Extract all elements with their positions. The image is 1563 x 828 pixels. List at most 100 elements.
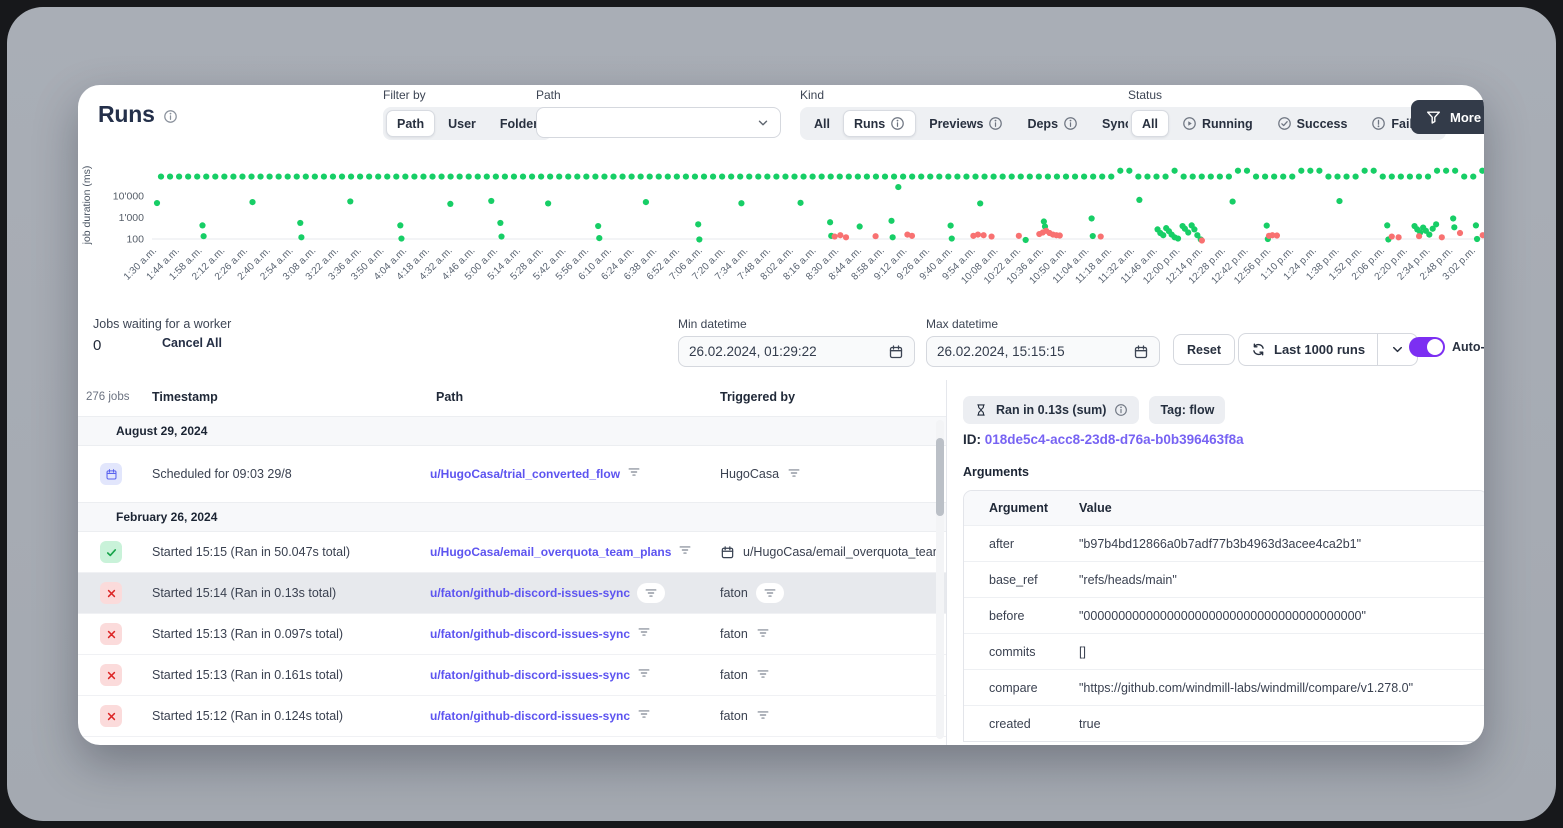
kind-option-previews[interactable]: Previews: [918, 110, 1014, 137]
more-filters-label: More f: [1450, 110, 1484, 125]
job-row[interactable]: Started 15:15 (Ran in 50.047s total) u/Hu…: [78, 532, 946, 573]
chart-point-success: [1316, 168, 1322, 174]
chart-point-success: [1208, 173, 1214, 179]
job-path-link[interactable]: u/faton/github-discord-issues-sync: [430, 586, 630, 600]
chart-point-success: [1389, 173, 1395, 179]
path-filter-button[interactable]: [637, 625, 651, 644]
chart-point-success: [185, 173, 191, 179]
chart-point-success: [1000, 173, 1006, 179]
info-icon[interactable]: [163, 109, 178, 124]
chart-point-success: [873, 173, 879, 179]
job-triggered-by: faton: [720, 614, 936, 654]
path-filter-button[interactable]: [637, 707, 651, 726]
filter-icon: [678, 543, 692, 557]
job-timestamp: Started 15:15 (Ran in 50.047s total): [152, 532, 350, 572]
chart-point-success: [610, 173, 616, 179]
kind-option-runs[interactable]: Runs: [843, 110, 916, 137]
controls-row: Jobs waiting for a worker 0 Cancel All M…: [78, 313, 1484, 379]
job-row[interactable]: Started 15:13 (Ran in 0.161s total)u/fat…: [78, 655, 946, 696]
chart-point-success: [981, 173, 987, 179]
status-option-running[interactable]: Running: [1171, 110, 1264, 137]
chart-point-failure: [1016, 233, 1022, 239]
job-duration-chart[interactable]: job duration (ms)10'0001'0001001:30 a.m.…: [78, 145, 1484, 315]
calendar-icon[interactable]: [1133, 344, 1149, 360]
checkc-icon: [1277, 116, 1292, 131]
chart-ytick: 100: [126, 234, 144, 246]
chart-point-success: [1307, 168, 1313, 174]
max-datetime-input[interactable]: 26.02.2024, 15:15:15: [926, 336, 1160, 367]
chart-point-success: [1362, 168, 1368, 174]
chart-point-success: [1298, 168, 1304, 174]
toggle-knob: [1427, 339, 1443, 355]
job-path-link[interactable]: u/faton/github-discord-issues-sync: [430, 709, 630, 723]
job-row[interactable]: Scheduled for 09:03 29/8u/HugoCasa/trial…: [78, 446, 946, 502]
chevron-down-icon[interactable]: [1390, 342, 1405, 357]
chart-point-success: [448, 173, 454, 179]
min-datetime-input[interactable]: 26.02.2024, 01:29:22: [678, 336, 915, 367]
chart-point-failure: [832, 233, 838, 239]
job-path-link[interactable]: u/HugoCasa/email_overquota_team_plans: [430, 545, 671, 559]
chart-point-success: [1407, 173, 1413, 179]
job-row[interactable]: Started 15:12 (Ran in 0.124s total)u/fat…: [78, 696, 946, 737]
triggered-by-filter-button[interactable]: [787, 466, 801, 483]
reset-button[interactable]: Reset: [1173, 334, 1235, 365]
calendar-icon[interactable]: [888, 344, 904, 360]
job-row[interactable]: Started 15:13 (Ran in 0.097s total)u/fat…: [78, 614, 946, 655]
triggered-by-filter-button[interactable]: [756, 667, 770, 684]
argument-row: after"b97b4bd12866a0b7adf77b3b4963d3acee…: [964, 525, 1484, 561]
filter-by-option-path[interactable]: Path: [386, 110, 435, 137]
cancel-all-button[interactable]: Cancel All: [156, 335, 228, 351]
status-option-success[interactable]: Success: [1266, 110, 1359, 137]
chart-point-success: [249, 199, 255, 205]
more-filters-button[interactable]: More f: [1411, 100, 1484, 134]
chart-point-success: [819, 173, 825, 179]
calendar-icon: [720, 545, 735, 560]
kind-option-deps[interactable]: Deps: [1016, 110, 1089, 137]
chart-point-success: [538, 173, 544, 179]
chart-point-success: [357, 173, 363, 179]
chart-point-success: [298, 234, 304, 240]
chart-point-success: [1045, 173, 1051, 179]
triggered-by-filter-button[interactable]: [756, 626, 770, 643]
chart-point-success: [665, 173, 671, 179]
argument-row: base_ref"refs/heads/main": [964, 561, 1484, 597]
argument-key: commits: [964, 645, 1079, 659]
jobs-count: 276 jobs: [86, 391, 129, 403]
last-runs-button[interactable]: Last 1000 runs: [1238, 333, 1418, 366]
calendar-icon: [105, 468, 118, 481]
info-icon: [890, 116, 905, 131]
status-badge-failure: [100, 705, 122, 727]
chart-point-failure: [1457, 230, 1463, 236]
job-path-link[interactable]: u/HugoCasa/trial_converted_flow: [430, 467, 620, 481]
chart-point-success: [498, 233, 504, 239]
jobs-scrollbar-thumb[interactable]: [936, 438, 944, 516]
job-row[interactable]: Started 15:14 (Ran in 0.13s total)u/fato…: [78, 573, 946, 614]
path-select[interactable]: [536, 107, 781, 138]
run-id-link[interactable]: 018de5c4-acc8-23d8-d76a-b0b396463f8a: [985, 432, 1244, 447]
chart-point-success: [1135, 173, 1141, 179]
triggered-by-filter-button[interactable]: [756, 708, 770, 725]
chart-point-success: [972, 173, 978, 179]
path-filter-button[interactable]: [637, 666, 651, 685]
chart-point-success: [643, 199, 649, 205]
chart-point-success: [1172, 168, 1178, 174]
info-icon[interactable]: [1114, 403, 1128, 417]
chart-point-success: [493, 173, 499, 179]
auto-refresh-toggle[interactable]: [1409, 337, 1445, 357]
date-group-header: August 29, 2024: [78, 416, 946, 446]
status-option-all[interactable]: All: [1131, 110, 1169, 137]
chart-point-success: [1461, 173, 1467, 179]
job-path-link[interactable]: u/faton/github-discord-issues-sync: [430, 627, 630, 641]
triggered-by-filter-button[interactable]: [756, 583, 784, 603]
kind-option-all[interactable]: All: [803, 110, 841, 137]
path-filter-button[interactable]: [637, 583, 665, 603]
chart-point-success: [1325, 173, 1331, 179]
chart-point-success: [1181, 173, 1187, 179]
job-path-link[interactable]: u/faton/github-discord-issues-sync: [430, 668, 630, 682]
chart-point-success: [1244, 168, 1250, 174]
path-filter-button[interactable]: [627, 465, 641, 484]
run-id-line: ID: 018de5c4-acc8-23d8-d76a-b0b396463f8a: [963, 432, 1244, 447]
filter-by-option-user[interactable]: User: [437, 110, 487, 137]
path-filter-button[interactable]: [678, 543, 692, 562]
chart-point-success: [1191, 226, 1197, 232]
